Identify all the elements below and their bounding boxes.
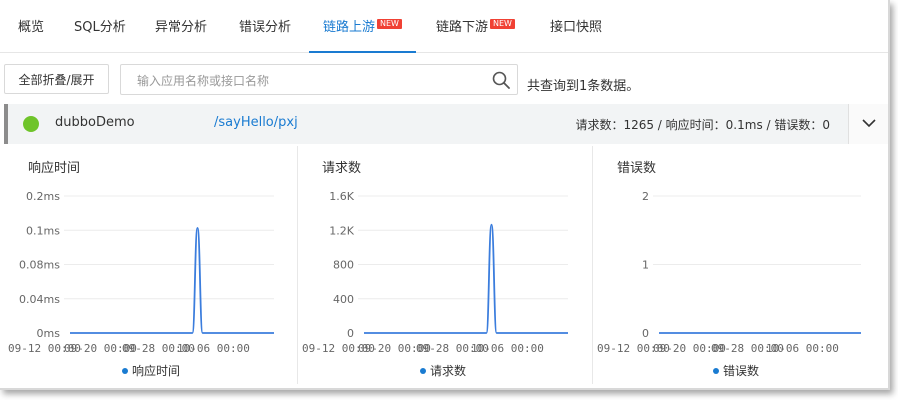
service-stats: 请求数：1265 / 响应时间：0.1ms / 错误数：0 [575,118,830,132]
tab-label: 概览 [18,20,45,35]
chart-panel-requests: 请求数 0 400 800 1.2K 1.6K 09-12 00:00 09-20 00:0… [298,146,593,384]
tab-overview[interactable]: 概览 [18,0,44,52]
chart-panel-errors: 错误数 0 1 2 09-12 00:00 09-20 00:00 09-28 00:00… [593,146,888,384]
y-tick-label: 0 [347,327,354,340]
tab-label: 接口快照 [550,20,603,35]
chart-panel-response-time: 响应时间 0ms 0.04ms 0.08ms 0.1ms 0.2ms 09-12 00:0… [4,146,298,384]
tab-bar: 概览 SQL分析 异常分析 错误分析 链路上游 NEW 链路下游 NEW 接口快照 [0,0,888,53]
chart-legend[interactable]: 响应时间 [122,362,180,379]
legend-label: 错误数 [723,364,760,378]
tab-interface-snapshot[interactable]: 接口快照 [550,0,602,52]
app-window: 概览 SQL分析 异常分析 错误分析 链路上游 NEW 链路下游 NEW 接口快照 … [0,0,890,390]
errors-chart: 01209-12 00:0009-20 00:0009-28 00:0010-0… [597,190,861,355]
result-count-text: 共查询到1条数据。 [527,79,640,94]
service-row[interactable]: dubboDemo /sayHello/pxj 请求数：1265 / 响应时间：… [4,104,888,144]
y-tick-label: 1 [642,259,649,272]
tab-label: 异常分析 [155,20,208,35]
y-tick-label: 0 [642,327,649,340]
tab-exception-analysis[interactable]: 异常分析 [155,0,207,52]
tab-error-analysis[interactable]: 错误分析 [239,0,291,52]
x-tick-label: 10-06 00:00 [177,342,250,355]
tab-sql-analysis[interactable]: SQL分析 [74,0,126,52]
service-path-link[interactable]: /sayHello/pxj [214,115,298,130]
y-tick-label: 400 [333,293,354,306]
legend-label: 请求数 [430,364,467,378]
legend-dot [122,367,128,374]
legend-dot [713,367,719,374]
tab-label: SQL分析 [74,20,126,35]
tab-label: 链路下游 [436,20,489,35]
series-line [70,226,274,334]
response-time-chart: 0ms0.04ms0.08ms0.1ms0.2ms09-12 00:0009-2… [8,190,274,355]
service-name: dubboDemo [55,115,135,130]
collapse-expand-all-button[interactable]: 全部折叠/展开 [4,64,109,94]
y-tick-label: 1.2K [329,224,354,237]
chart-legend[interactable]: 请求数 [420,362,466,379]
x-tick-label: 10-06 00:00 [766,342,839,355]
y-tick-label: 0.04ms [19,293,60,306]
y-tick-label: 0.1ms [26,224,60,237]
y-tick-label: 0ms [37,327,61,340]
legend-dot [420,367,426,374]
chart-legend[interactable]: 错误数 [713,362,759,379]
search-input[interactable] [121,65,499,96]
y-tick-label: 1.6K [329,190,354,203]
legend-label: 响应时间 [132,364,181,378]
new-badge: NEW [377,19,402,29]
y-tick-label: 800 [333,259,354,272]
y-tick-label: 2 [642,190,649,203]
series-line [364,223,568,334]
tab-downstream[interactable]: 链路下游 NEW [436,0,515,52]
y-tick-label: 0.08ms [19,259,60,272]
tab-label: 错误分析 [239,20,292,35]
status-indicator [23,116,39,132]
y-tick-label: 0.2ms [26,190,60,203]
tab-label: 链路上游 [323,20,376,35]
requests-chart: 04008001.2K1.6K09-12 00:0009-20 00:0009-… [302,190,568,355]
x-tick-label: 10-06 00:00 [471,342,544,355]
expand-row-button[interactable] [848,104,888,144]
chevron-down-icon [862,119,876,128]
tab-upstream[interactable]: 链路上游 NEW [309,0,416,53]
search-box [120,64,518,96]
new-badge: NEW [490,19,515,29]
search-icon[interactable] [491,70,511,90]
